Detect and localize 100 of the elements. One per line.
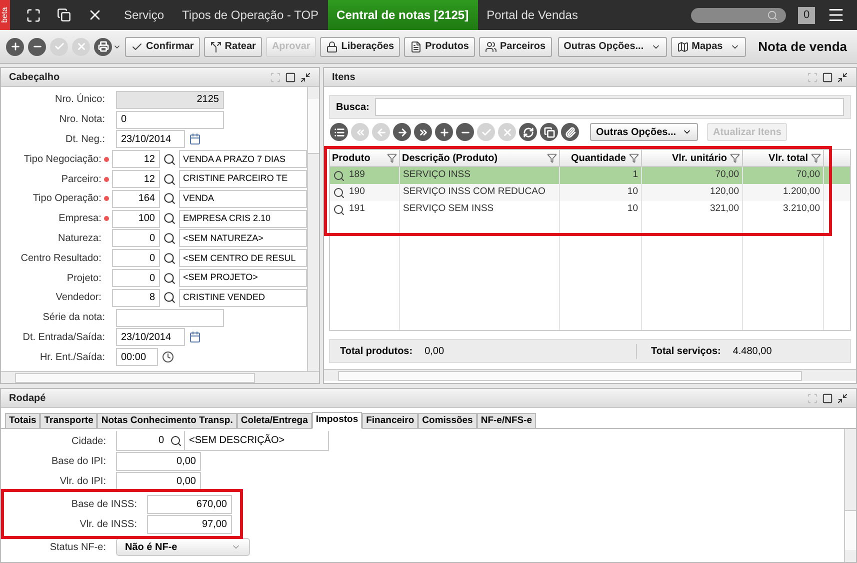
toolbar-button[interactable]: Outras Opções... xyxy=(558,36,667,56)
app-tab[interactable]: Tipos de Operação - TOP xyxy=(173,0,328,30)
input-field[interactable]: 0 xyxy=(116,110,224,129)
minus-button[interactable] xyxy=(456,123,474,141)
input-field[interactable] xyxy=(116,308,224,327)
list-button[interactable] xyxy=(330,123,348,141)
footer-tab[interactable]: Transporte xyxy=(40,413,98,429)
fullscreen-icon[interactable] xyxy=(26,8,41,22)
attach-button[interactable] xyxy=(561,123,579,141)
search-icon[interactable] xyxy=(333,170,345,182)
code-field[interactable]: 12 xyxy=(112,170,160,188)
code-field[interactable]: 12 xyxy=(112,150,160,168)
input-field[interactable]: 23/10/2014 xyxy=(116,130,185,148)
toolbar-button[interactable]: Liberações xyxy=(320,36,400,56)
search-icon[interactable] xyxy=(163,291,176,304)
footer-tab[interactable]: Notas Conhecimento Transp. xyxy=(97,413,237,429)
search-icon[interactable] xyxy=(163,272,176,285)
windows-icon[interactable] xyxy=(57,8,71,22)
input-field[interactable]: 0,00 xyxy=(116,452,201,470)
maximize-icon[interactable] xyxy=(285,72,296,82)
status-select[interactable]: Não é NF-e xyxy=(116,538,250,556)
footer-tab[interactable]: Totais xyxy=(5,413,40,429)
maximize-icon[interactable] xyxy=(822,392,833,404)
input-field[interactable]: 00:00 xyxy=(116,348,158,366)
description-field[interactable]: <SEM DESCRIÇÃO> xyxy=(184,431,329,450)
app-tab[interactable]: Portal de Vendas xyxy=(478,0,587,30)
code-field[interactable]: 100 xyxy=(112,210,160,228)
search-icon[interactable] xyxy=(163,152,176,166)
toolbar-button[interactable]: Ratear xyxy=(204,36,262,56)
code-field[interactable]: 0 xyxy=(112,269,160,288)
vertical-scrollbar[interactable] xyxy=(844,429,856,562)
search-icon[interactable] xyxy=(163,192,176,206)
search-icon[interactable] xyxy=(163,212,176,226)
input-field[interactable]: 0,00 xyxy=(116,472,201,490)
description-field[interactable]: VENDA A PRAZO 7 DIAS xyxy=(179,150,307,168)
toolbar-button[interactable]: Confirmar xyxy=(125,36,200,56)
description-field[interactable]: <SEM NATUREZA> xyxy=(179,229,307,248)
app-tab[interactable]: Central de notas [2125] xyxy=(328,0,478,30)
detach-icon[interactable] xyxy=(837,72,848,82)
search-field[interactable] xyxy=(691,8,786,22)
menu-icon[interactable] xyxy=(827,6,845,24)
filter-icon[interactable] xyxy=(547,153,557,163)
filter-icon[interactable] xyxy=(387,153,397,163)
horizontal-scrollbar[interactable] xyxy=(324,369,856,381)
copy-button[interactable] xyxy=(540,123,558,141)
search-field[interactable] xyxy=(375,98,844,116)
minus-button[interactable] xyxy=(28,38,46,56)
clock-icon[interactable] xyxy=(162,351,174,364)
filter-icon[interactable] xyxy=(811,153,821,163)
description-field[interactable]: CRISTINE VENDED xyxy=(179,288,307,307)
more-options-button[interactable]: Outras Opções... xyxy=(590,123,698,141)
code-field[interactable]: 0 xyxy=(112,229,160,248)
toolbar-button[interactable]: Produtos xyxy=(404,36,475,56)
search-icon[interactable] xyxy=(333,186,345,198)
footer-tab[interactable]: Impostos xyxy=(312,412,362,429)
description-field[interactable]: CRISTINE PARCEIRO TE xyxy=(179,170,307,188)
code-field[interactable]: 164 xyxy=(112,190,160,208)
detach-icon[interactable] xyxy=(300,72,311,82)
footer-tab[interactable]: NF-e/NFS-e xyxy=(476,413,536,429)
search-icon[interactable] xyxy=(163,172,176,186)
column-header[interactable]: Produto xyxy=(332,150,370,166)
search-icon[interactable] xyxy=(333,204,345,216)
description-field[interactable]: VENDA xyxy=(179,190,307,208)
calendar-icon[interactable] xyxy=(189,331,201,344)
footer-tab[interactable]: Coleta/Entrega xyxy=(236,413,312,429)
search-icon[interactable] xyxy=(163,232,176,245)
calendar-icon[interactable] xyxy=(189,133,201,146)
add-button[interactable] xyxy=(435,123,453,141)
description-field[interactable]: EMPRESA CRIS 2.10 xyxy=(179,210,307,228)
add-button[interactable] xyxy=(6,38,24,56)
vertical-scrollbar[interactable] xyxy=(307,87,319,371)
input-field[interactable]: 97,00 xyxy=(147,514,232,534)
table-row[interactable]: 190 SERVIÇO INSS COM REDUCAO 10 120,00 1.200,00 xyxy=(330,184,850,201)
app-tab[interactable]: Serviço xyxy=(115,0,174,30)
search-icon[interactable] xyxy=(163,252,176,265)
filter-icon[interactable] xyxy=(730,153,740,163)
filter-icon[interactable] xyxy=(629,153,639,163)
detach-icon[interactable] xyxy=(837,392,848,404)
description-field[interactable]: <SEM PROJETO> xyxy=(179,269,307,288)
footer-tab[interactable]: Comissões xyxy=(418,413,477,429)
toolbar-button[interactable]: Parceiros xyxy=(479,36,552,56)
refresh-button[interactable] xyxy=(519,123,537,141)
search-icon[interactable] xyxy=(170,434,182,446)
input-field[interactable]: 670,00 xyxy=(147,494,232,514)
input-field[interactable]: 23/10/2014 xyxy=(116,328,185,346)
last-button[interactable] xyxy=(414,123,432,141)
column-header[interactable]: Descrição (Produto) xyxy=(402,150,498,166)
print-button[interactable] xyxy=(94,38,112,56)
description-field[interactable]: <SEM CENTRO DE RESUL xyxy=(179,249,307,268)
maximize-icon[interactable] xyxy=(822,72,833,82)
table-row[interactable]: 189 SERVIÇO INSS 1 70,00 70,00 xyxy=(330,167,850,184)
horizontal-scrollbar[interactable] xyxy=(1,371,319,383)
column-header[interactable]: Quantidade xyxy=(570,150,626,166)
forward-button[interactable] xyxy=(393,123,411,141)
footer-tab[interactable]: Financeiro xyxy=(362,413,418,429)
column-header[interactable]: Vlr. unitário xyxy=(672,150,727,166)
toolbar-button[interactable]: Mapas xyxy=(670,36,746,56)
code-field[interactable]: 8 xyxy=(112,288,160,307)
code-field[interactable]: 0 xyxy=(112,249,160,268)
column-header[interactable]: Vlr. total xyxy=(768,150,808,166)
